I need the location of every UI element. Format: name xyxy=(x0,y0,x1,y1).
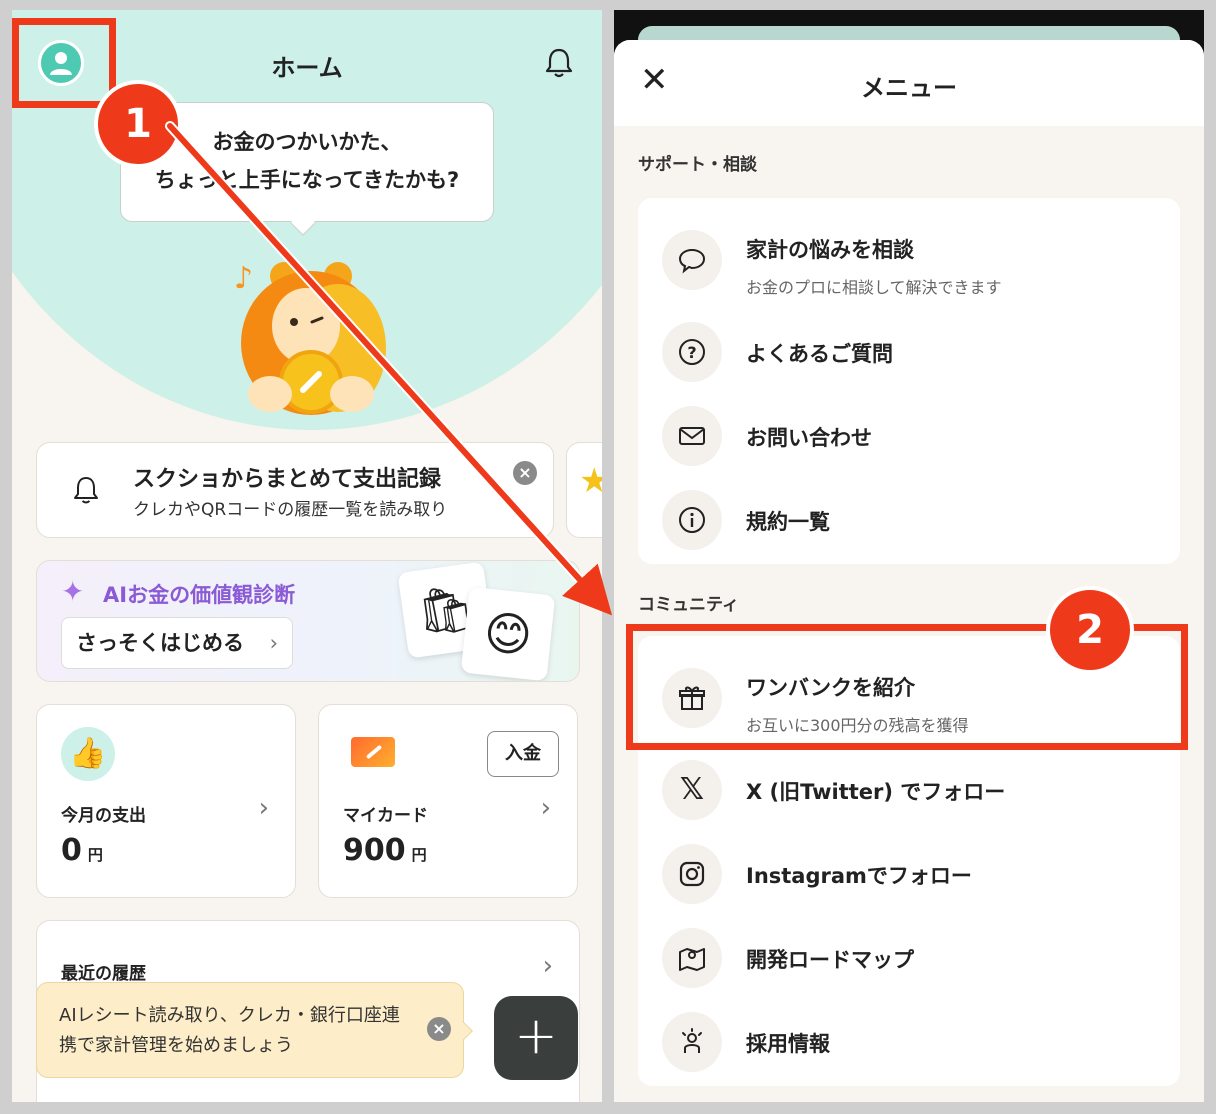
step-badge-1: 1 xyxy=(94,80,182,168)
support-group: 家計の悩みを相談 お金のプロに相談して解決できます ? よくあるご質問 お問い合… xyxy=(638,198,1180,564)
recent-history-title: 最近の履歴 xyxy=(61,964,146,984)
menu-item-title: X (旧Twitter) でフォロー xyxy=(746,780,1006,804)
chat-bubble-icon xyxy=(662,230,722,290)
menu-item-title: 家計の悩みを相談 xyxy=(746,238,914,262)
page-title: ホーム xyxy=(271,54,343,82)
card-unit: 円 xyxy=(411,846,427,864)
map-icon xyxy=(662,928,722,988)
chevron-right-icon: › xyxy=(542,951,553,981)
music-note-icon: ♪ xyxy=(234,261,253,296)
start-diagnosis-button[interactable]: さっそくはじめる › xyxy=(61,617,293,669)
my-card-value: 900 円 xyxy=(343,833,427,868)
menu-item-consultation[interactable]: 家計の悩みを相談 お金のプロに相談して解決できます xyxy=(638,218,1180,302)
start-diagnosis-label: さっそくはじめる xyxy=(76,631,244,655)
home-screen: ホーム お金のつかいかた、 ちょっと上手になってきたかも? ♪ スクショからまと… xyxy=(12,10,602,1102)
mascot-illustration: ♪ xyxy=(234,261,386,415)
menu-item-roadmap[interactable]: 開発ロードマップ xyxy=(638,916,1180,1000)
mail-icon xyxy=(662,406,722,466)
expense-unit: 円 xyxy=(87,846,103,864)
menu-item-title: 開発ロードマップ xyxy=(746,948,914,972)
card-amount: 900 xyxy=(343,833,406,868)
section-title-community: コミュニティ xyxy=(638,595,739,615)
svg-text:?: ? xyxy=(687,343,696,362)
person-sparkle-icon xyxy=(662,1012,722,1072)
ai-diagnosis-title: AIお金の価値観診断 xyxy=(103,583,296,607)
menu-item-title: 規約一覧 xyxy=(746,510,830,534)
notice-title: スクショからまとめて支出記録 xyxy=(133,467,442,492)
menu-item-faq[interactable]: ? よくあるご質問 xyxy=(638,310,1180,394)
add-button[interactable]: + xyxy=(494,996,578,1080)
menu-header: ✕ メニュー xyxy=(614,40,1204,126)
chevron-right-icon: › xyxy=(540,793,551,823)
menu-item-title: 採用情報 xyxy=(746,1032,830,1056)
step-badge-2: 2 xyxy=(1046,586,1134,674)
close-icon[interactable]: × xyxy=(513,461,537,485)
bell-icon[interactable] xyxy=(542,46,576,80)
thumbs-up-icon: 👍 xyxy=(61,727,115,781)
chevron-right-icon: › xyxy=(269,631,278,655)
menu-item-title: よくあるご質問 xyxy=(746,342,893,366)
menu-item-contact[interactable]: お問い合わせ xyxy=(638,394,1180,478)
my-card-label: マイカード xyxy=(343,806,428,826)
close-icon[interactable]: × xyxy=(427,1017,451,1041)
menu-item-title: Instagramでフォロー xyxy=(746,864,972,888)
menu-item-subtitle: お金のプロに相談して解決できます xyxy=(746,278,1002,297)
card-image-icon xyxy=(351,737,395,767)
menu-screen: ✕ メニュー サポート・相談 家計の悩みを相談 お金のプロに相談して解決できます… xyxy=(614,10,1204,1102)
next-card-peek[interactable]: ★ xyxy=(566,442,602,538)
section-title-support: サポート・相談 xyxy=(638,155,757,175)
expense-amount: 0 xyxy=(61,833,82,868)
monthly-expense-value: 0円 xyxy=(61,833,103,868)
bell-icon xyxy=(74,477,98,504)
chevron-right-icon: › xyxy=(258,793,269,823)
onboarding-toast: AIレシート読み取り、クレカ・銀行口座連携で家計管理を始めましょう × xyxy=(36,982,464,1078)
menu-item-instagram[interactable]: Instagramでフォロー xyxy=(638,832,1180,916)
menu-item-terms[interactable]: 規約一覧 xyxy=(638,478,1180,562)
monthly-expense-card[interactable]: 👍 今月の支出 › 0円 xyxy=(36,704,296,898)
ai-diagnosis-card[interactable]: ✦ AIお金の価値観診断 さっそくはじめる › 🛍 😊 xyxy=(36,560,580,682)
bubble-line-2: ちょっと上手になってきたかも? xyxy=(154,168,460,192)
notice-subtitle: クレカやQRコードの履歴一覧を読み取り xyxy=(133,500,448,520)
toast-text: AIレシート読み取り、クレカ・銀行口座連携で家計管理を始めましょう xyxy=(59,1005,400,1056)
info-circle-icon xyxy=(662,490,722,550)
monthly-expense-label: 今月の支出 xyxy=(61,806,146,826)
menu-item-x-follow[interactable]: 𝕏 X (旧Twitter) でフォロー xyxy=(638,748,1180,832)
menu-title: メニュー xyxy=(861,74,957,102)
my-card-card[interactable]: 入金 マイカード › 900 円 xyxy=(318,704,578,898)
menu-item-recruit[interactable]: 採用情報 xyxy=(638,1000,1180,1084)
x-logo-icon: 𝕏 xyxy=(662,760,722,820)
instagram-icon xyxy=(662,844,722,904)
menu-sheet: ✕ メニュー サポート・相談 家計の悩みを相談 お金のプロに相談して解決できます… xyxy=(614,40,1204,1102)
menu-item-title: お問い合わせ xyxy=(746,426,872,450)
sparkle-icon: ✦ xyxy=(61,575,85,608)
smile-face-icon: 😊 xyxy=(460,586,556,681)
deposit-button[interactable]: 入金 xyxy=(487,731,559,777)
notice-card[interactable]: スクショからまとめて支出記録 クレカやQRコードの履歴一覧を読み取り × xyxy=(36,442,554,538)
question-circle-icon: ? xyxy=(662,322,722,382)
star-icon: ★ xyxy=(579,461,602,501)
